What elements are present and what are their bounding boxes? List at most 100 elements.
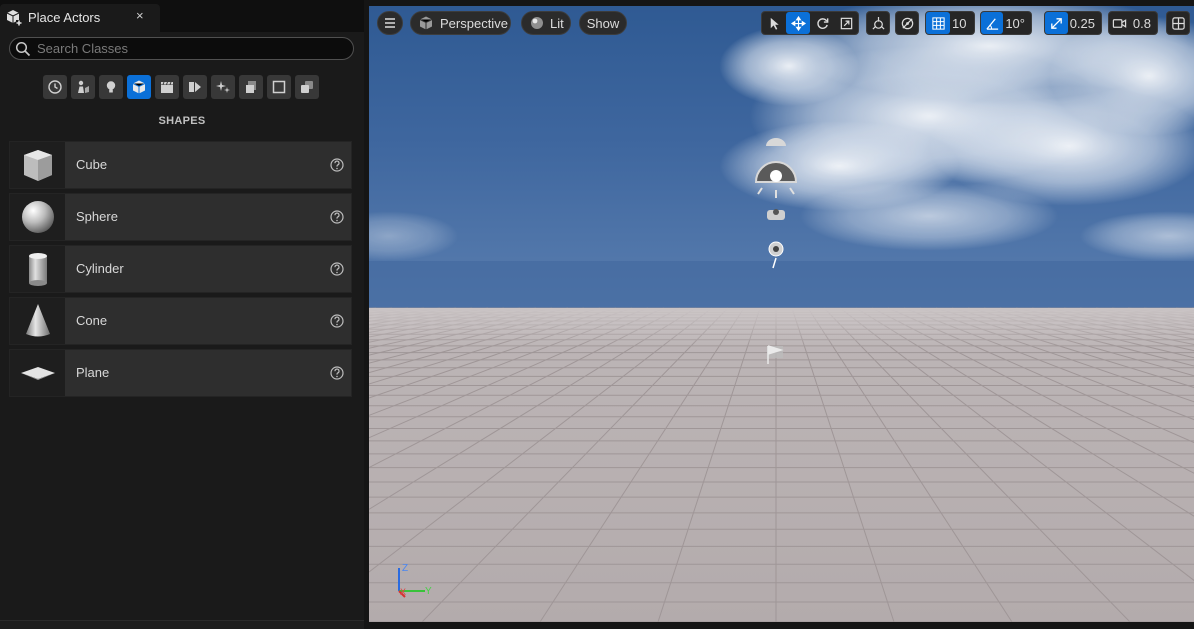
surface-snapping-toggle <box>895 11 919 35</box>
place-actors-panel: Place Actors × SHAPES Cube Sphere Cylinder… <box>0 0 364 629</box>
viewport-scene[interactable] <box>369 6 1194 622</box>
hamburger-icon <box>385 18 395 28</box>
place-actors-icon <box>6 10 22 26</box>
actor-icon <box>78 80 89 93</box>
cylinder-thumbnail <box>10 246 65 292</box>
clapperboard-icon <box>161 81 173 93</box>
camera-speed-group: 0.8 <box>1108 11 1158 35</box>
surface-snap-button[interactable] <box>896 12 918 34</box>
scale-snap-group: 0.25 <box>1044 11 1102 35</box>
help-icon[interactable] <box>330 314 344 328</box>
world-space-button[interactable] <box>867 12 889 34</box>
camera-speed-value[interactable]: 0.8 <box>1131 16 1157 31</box>
help-icon[interactable] <box>330 158 344 172</box>
square-icon <box>272 80 286 94</box>
cube-icon <box>419 16 433 30</box>
search-icon <box>15 41 31 57</box>
category-geometry-button[interactable] <box>211 75 235 99</box>
tab-label: Place Actors <box>28 10 101 25</box>
grid-snap-button[interactable] <box>926 12 950 34</box>
actor-item-label: Cube <box>76 157 108 172</box>
stack-icon <box>301 81 313 93</box>
cube-icon <box>132 80 146 94</box>
close-icon[interactable]: × <box>136 8 144 23</box>
lighting-mode-label: Lit <box>550 15 564 31</box>
actor-item-plane[interactable]: Plane <box>9 349 352 397</box>
sparkle-icon <box>216 81 230 93</box>
category-misc-button[interactable] <box>295 75 319 99</box>
category-toolbar <box>43 75 319 101</box>
clock-icon <box>48 80 62 94</box>
search-input[interactable] <box>37 40 347 57</box>
rotation-snap-button[interactable] <box>981 12 1004 34</box>
angle-icon <box>986 17 998 30</box>
lightbulb-icon <box>106 81 116 93</box>
show-label: Show <box>586 15 620 31</box>
actor-item-cylinder[interactable]: Cylinder <box>9 245 352 293</box>
coordinate-space-toggle <box>866 11 890 35</box>
actor-list: Cube Sphere Cylinder Cone Plane <box>9 141 352 401</box>
grid-snap-group: 10 <box>925 11 975 35</box>
actor-item-sphere[interactable]: Sphere <box>9 193 352 241</box>
tab-bar: Place Actors × <box>0 0 364 32</box>
grid-snap-value[interactable]: 10 <box>950 16 972 31</box>
translate-tool-button[interactable] <box>786 12 810 34</box>
scale-arrow-icon <box>1051 17 1062 29</box>
scale-snap-value[interactable]: 0.25 <box>1068 16 1101 31</box>
axis-x-label: X <box>400 587 406 597</box>
actor-item-cone[interactable]: Cone <box>9 297 352 345</box>
play-box-icon <box>189 82 201 92</box>
category-basic-button[interactable] <box>71 75 95 99</box>
help-icon[interactable] <box>330 210 344 224</box>
level-viewport[interactable]: Perspective Lit Show 10 10° 0.25 0.8 Z X… <box>369 6 1194 622</box>
scale-icon <box>840 17 852 29</box>
volumes-icon <box>246 81 256 93</box>
category-recently-placed-button[interactable] <box>43 75 67 99</box>
cube-thumbnail <box>10 142 65 188</box>
actor-item-label: Sphere <box>76 209 118 224</box>
rotation-snap-value[interactable]: 10° <box>1003 16 1031 31</box>
category-shapes-button[interactable] <box>127 75 151 99</box>
cone-thumbnail <box>10 298 65 344</box>
lighting-mode-button[interactable]: Lit <box>521 11 571 35</box>
axis-z-label: Z <box>402 563 408 574</box>
section-title: SHAPES <box>158 115 206 127</box>
category-cinematic-button[interactable] <box>155 75 179 99</box>
camera-icon <box>1113 18 1127 28</box>
atmosphere-icon[interactable] <box>767 209 785 220</box>
rotate-icon <box>816 17 828 29</box>
view-mode-button[interactable]: Perspective <box>410 11 511 35</box>
category-lights-button[interactable] <box>99 75 123 99</box>
axis-y-label: Y <box>425 586 432 597</box>
layout-toggle <box>1166 11 1190 35</box>
plane-thumbnail <box>10 350 65 396</box>
rotation-snap-group: 10° <box>980 11 1032 35</box>
help-icon[interactable] <box>330 366 344 380</box>
move-arrows-icon <box>790 15 806 31</box>
scale-snap-button[interactable] <box>1045 12 1068 34</box>
actor-item-label: Cone <box>76 313 108 328</box>
world-gizmo-icon <box>871 16 885 30</box>
viewport-options-button[interactable] <box>377 11 403 35</box>
select-tool-button[interactable] <box>762 12 786 34</box>
scale-tool-button[interactable] <box>834 12 858 34</box>
sphere-thumbnail <box>10 194 65 240</box>
category-volumes-button[interactable] <box>239 75 263 99</box>
axis-gizmo: Z X Y <box>398 563 432 598</box>
camera-speed-button[interactable] <box>1109 12 1131 34</box>
show-button[interactable]: Show <box>579 11 627 35</box>
help-icon[interactable] <box>330 262 344 276</box>
actor-item-label: Cylinder <box>76 261 124 276</box>
actor-item-cube[interactable]: Cube <box>9 141 352 189</box>
search-box[interactable] <box>9 37 354 60</box>
cursor-icon <box>770 17 779 30</box>
rotate-tool-button[interactable] <box>810 12 834 34</box>
category-visual-effects-button[interactable] <box>183 75 207 99</box>
category-all-classes-button[interactable] <box>267 75 291 99</box>
tab-place-actors[interactable]: Place Actors × <box>0 4 160 32</box>
lit-sphere-icon <box>531 17 543 29</box>
grid-icon <box>931 16 945 30</box>
transform-tools <box>761 11 859 35</box>
view-mode-label: Perspective <box>440 15 508 31</box>
viewport-layout-button[interactable] <box>1167 12 1189 34</box>
